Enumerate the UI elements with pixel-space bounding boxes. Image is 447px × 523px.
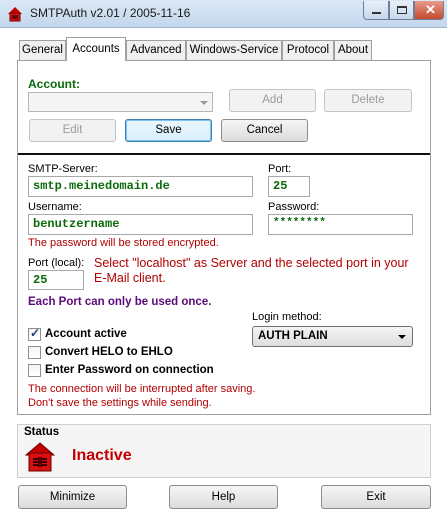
chevron-down-icon: [200, 101, 208, 105]
port-label: Port:: [268, 163, 292, 175]
tab-label: Accounts: [72, 43, 120, 55]
smtp-server-field[interactable]: smtp.meinedomain.de: [28, 176, 253, 197]
cancel-button[interactable]: Cancel: [221, 119, 308, 142]
cancel-button-label: Cancel: [246, 124, 283, 136]
maximize-window-button[interactable]: [389, 1, 414, 20]
account-label: Account:: [28, 77, 80, 91]
tab-label: Protocol: [286, 44, 330, 56]
port-field[interactable]: 25: [268, 176, 310, 197]
login-method-select[interactable]: AUTH PLAIN: [252, 326, 413, 347]
encrypted-note: The password will be stored encrypted.: [28, 237, 219, 249]
smtp-server-label: SMTP-Server:: [28, 163, 98, 175]
minimize-button[interactable]: Minimize: [18, 485, 127, 509]
convert-helo-label: Convert HELO to EHLO: [45, 346, 173, 358]
maximize-icon: [397, 6, 407, 14]
tab-general[interactable]: General: [19, 40, 66, 60]
close-window-button[interactable]: ✕: [414, 1, 444, 20]
app-house-icon: [8, 7, 22, 22]
login-method-value: AUTH PLAIN: [258, 330, 328, 342]
delete-button[interactable]: Delete: [324, 89, 412, 112]
tab-protocol[interactable]: Protocol: [282, 40, 334, 60]
status-heading: Status: [24, 426, 60, 438]
tab-label: About: [337, 44, 369, 56]
password-label: Password:: [268, 201, 320, 213]
tab-windows-service[interactable]: Windows-Service: [186, 40, 282, 60]
tab-accounts[interactable]: Accounts: [66, 37, 126, 61]
account-active-checkbox[interactable]: ✓: [28, 326, 41, 341]
tab-advanced[interactable]: Advanced: [126, 40, 186, 60]
help-button-label: Help: [211, 491, 236, 503]
enter-password-label: Enter Password on connection: [45, 364, 214, 376]
save-interrupt-note: The connection will be interrupted after…: [28, 383, 256, 395]
minimize-icon: [372, 12, 381, 14]
tab-about[interactable]: About: [334, 40, 372, 60]
house-icon: [25, 442, 55, 472]
section-divider: [18, 153, 430, 155]
exit-button[interactable]: Exit: [321, 485, 431, 509]
each-port-note: Each Port can only be used once.: [28, 296, 212, 308]
window-title: SMTPAuth v2.01 / 2005-11-16: [30, 6, 191, 20]
enter-password-checkbox[interactable]: [28, 364, 41, 377]
exit-button-label: Exit: [366, 491, 386, 503]
add-button-label: Add: [262, 94, 283, 106]
account-select[interactable]: [28, 92, 213, 112]
chevron-down-icon: [398, 335, 406, 339]
login-method-label: Login method:: [252, 311, 322, 323]
minimize-window-button[interactable]: [363, 1, 389, 20]
minimize-button-label: Minimize: [49, 491, 96, 503]
edit-button[interactable]: Edit: [29, 119, 116, 142]
local-port-field[interactable]: 25: [28, 270, 84, 290]
local-port-label: Port (local):: [28, 257, 85, 269]
password-field[interactable]: ********: [268, 214, 413, 235]
close-icon: ✕: [425, 2, 436, 17]
checkmark-icon: ✓: [30, 326, 41, 340]
save-button[interactable]: Save: [125, 119, 212, 142]
save-button-label: Save: [155, 124, 182, 136]
add-button[interactable]: Add: [229, 89, 316, 112]
no-save-while-sending-note: Don't save the settings while sending.: [28, 397, 212, 409]
convert-helo-checkbox[interactable]: [28, 346, 41, 359]
edit-button-label: Edit: [62, 124, 83, 136]
username-label: Username:: [28, 201, 82, 213]
username-field[interactable]: benutzername: [28, 214, 253, 235]
delete-button-label: Delete: [351, 94, 385, 106]
tab-label: General: [22, 44, 63, 56]
status-state: Inactive: [72, 447, 132, 464]
help-button[interactable]: Help: [169, 485, 278, 509]
localhost-hint: Select "localhost" as Server and the sel…: [94, 256, 409, 285]
account-active-label: Account active: [45, 328, 127, 340]
tab-label: Advanced: [130, 44, 182, 56]
tab-label: Windows-Service: [189, 44, 279, 56]
